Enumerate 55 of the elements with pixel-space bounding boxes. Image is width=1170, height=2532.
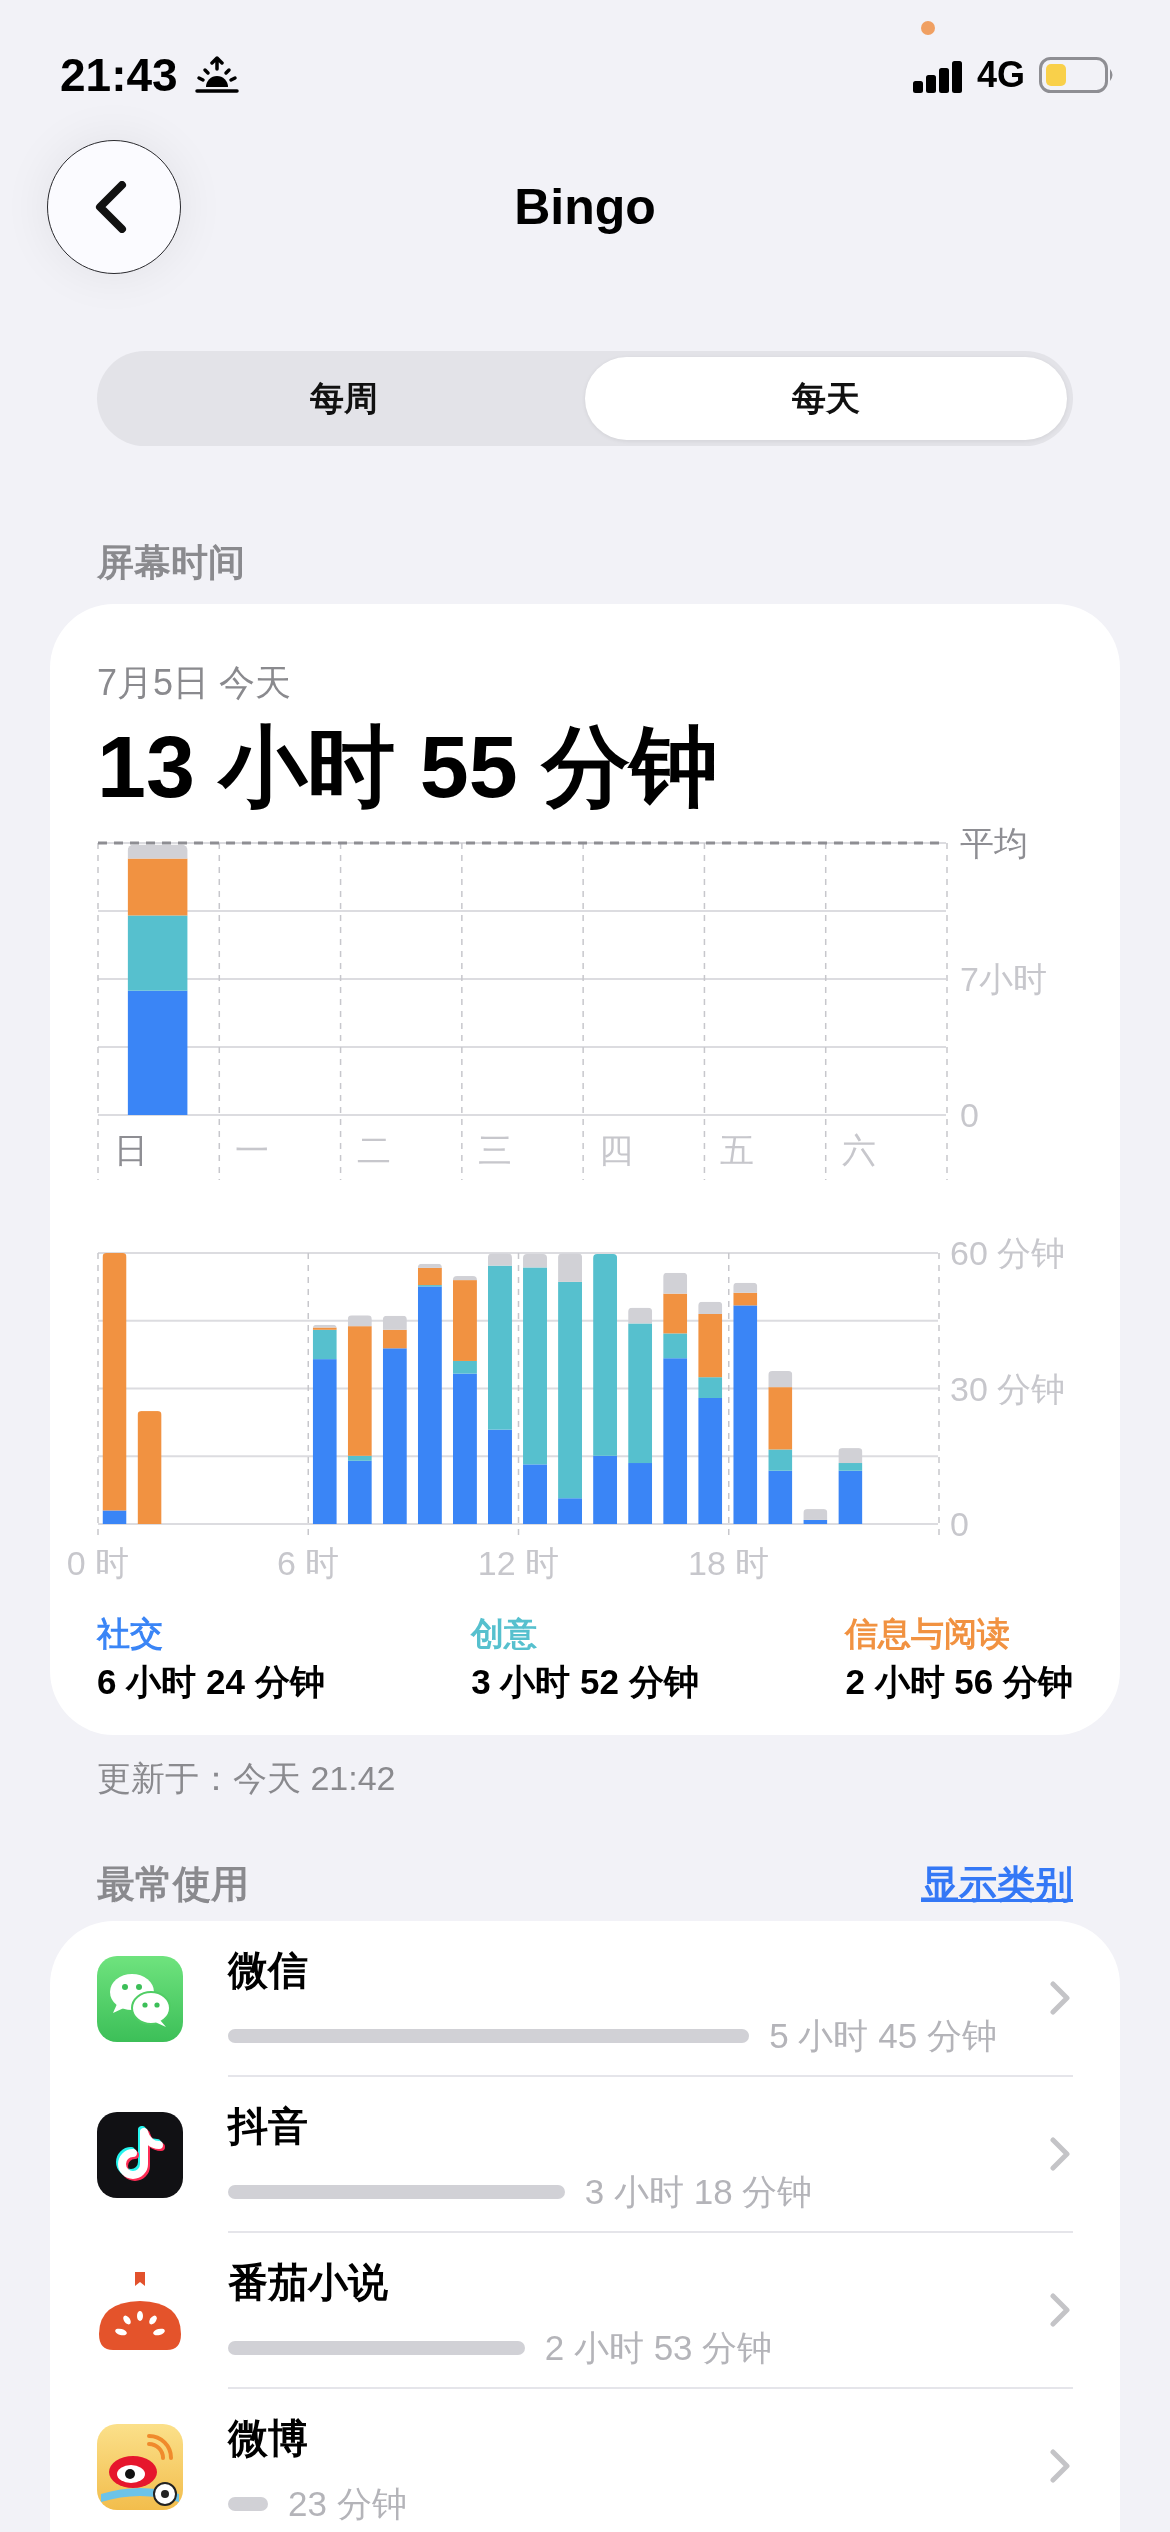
axis-label: 18 时 <box>688 1544 770 1582</box>
sunrise-icon <box>193 56 240 94</box>
axis-label: 三 <box>477 1131 512 1169</box>
signal-icon <box>912 61 963 93</box>
average-label: 平均 <box>960 824 1028 862</box>
page-title: Bingo <box>514 178 656 236</box>
music-note-icon <box>97 2112 183 2198</box>
bar-segment <box>733 1282 758 1293</box>
axis-label: 二 <box>356 1131 391 1169</box>
axis-label: 0 <box>950 1505 969 1543</box>
category-time: 6 小时 24 分钟 <box>97 1661 325 1703</box>
usage-time: 2 小时 53 分钟 <box>544 2327 773 2369</box>
network-label: 4G <box>976 53 1025 97</box>
app-name: 番茄小说 <box>228 2259 388 2306</box>
axis-label: 7小时 <box>960 960 1047 998</box>
chevron-right-icon <box>1050 1981 1070 2015</box>
indicator-dot-icon <box>921 21 935 35</box>
section-heading: 最常使用 <box>97 1862 249 1907</box>
usage-time: 3 小时 18 分钟 <box>584 2171 813 2213</box>
axis-label: 30 分钟 <box>950 1369 1066 1408</box>
chevron-right-icon <box>1050 2137 1070 2171</box>
axis-label: 四 <box>599 1131 634 1169</box>
category-label: 社交 <box>97 1614 163 1654</box>
total-time: 13 小时 55 分钟 <box>97 717 719 817</box>
chevron-left-icon <box>94 181 128 233</box>
axis-label: 日 <box>114 1131 148 1169</box>
updated-time-label: 更新于：今天 21:42 <box>97 1758 396 1798</box>
axis-label: 一 <box>235 1131 270 1169</box>
chevron-right-icon <box>1050 2449 1070 2483</box>
chat-bubbles-icon <box>97 1956 183 2042</box>
category-label: 创意 <box>471 1614 538 1654</box>
axis-label: 0 时 <box>66 1544 130 1582</box>
category-time: 2 小时 56 分钟 <box>845 1661 1073 1703</box>
axis-label: 12 时 <box>477 1544 560 1582</box>
period-tab[interactable]: 每周 <box>103 357 585 440</box>
category-label: 信息与阅读 <box>845 1614 1011 1654</box>
show-categories-link[interactable]: 显示类别 <box>921 1859 1073 1909</box>
category-time: 3 小时 52 分钟 <box>471 1661 699 1703</box>
app-name: 抖音 <box>228 2103 308 2150</box>
axis-label: 五 <box>720 1131 755 1169</box>
usage-time: 5 小时 45 分钟 <box>769 2015 997 2057</box>
status-time: 21:43 <box>60 52 178 98</box>
axis-label: 60 分钟 <box>950 1234 1066 1272</box>
axis-label: 0 <box>960 1096 979 1134</box>
eye-logo-icon <box>97 2424 183 2510</box>
axis-label: 6 时 <box>277 1544 340 1582</box>
usage-time: 23 分钟 <box>288 2483 407 2525</box>
app-name: 微博 <box>228 2415 308 2462</box>
chevron-right-icon <box>1050 2293 1070 2327</box>
section-heading: 屏幕时间 <box>97 541 245 585</box>
app-name: 微信 <box>228 1947 308 1994</box>
axis-label: 六 <box>841 1131 876 1169</box>
date-label: 7月5日 今天 <box>97 661 292 705</box>
battery-icon <box>1039 57 1115 93</box>
period-tab[interactable]: 每天 <box>585 357 1067 440</box>
